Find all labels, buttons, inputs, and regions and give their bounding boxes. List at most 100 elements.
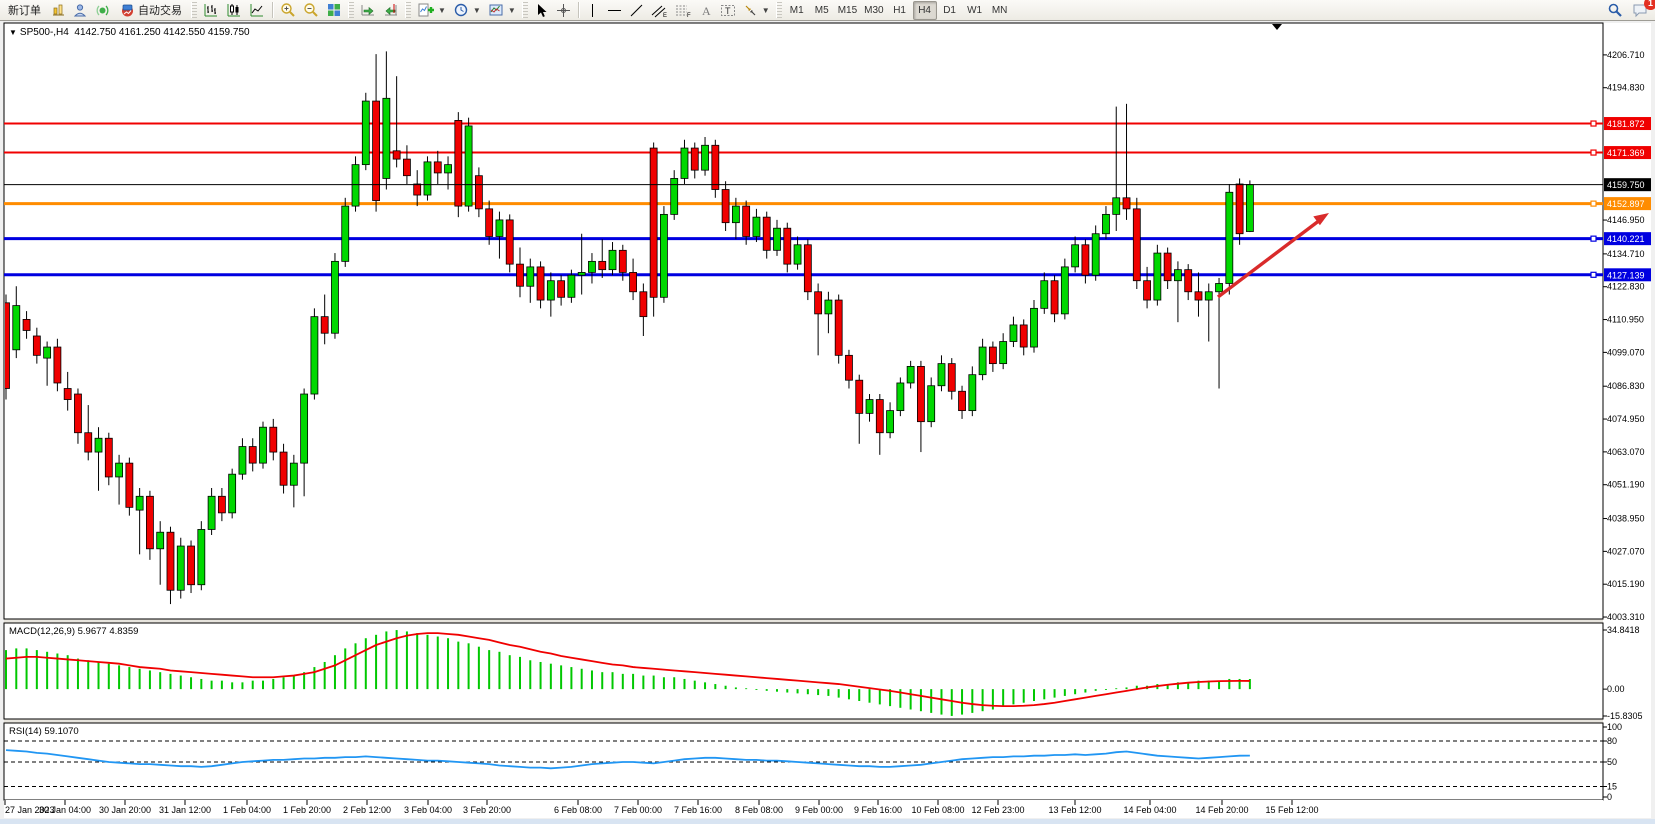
svg-text:3 Feb 04:00: 3 Feb 04:00 bbox=[404, 805, 452, 815]
timeframe-mn-button[interactable]: MN bbox=[988, 1, 1012, 20]
collapse-triangle-icon[interactable]: ▼ bbox=[9, 28, 17, 37]
market-watch-button[interactable] bbox=[48, 1, 69, 20]
toolbar-separator bbox=[272, 2, 273, 18]
timeframe-w1-button[interactable]: W1 bbox=[963, 1, 987, 20]
market-watch-icon bbox=[51, 3, 66, 18]
svg-text:4159.750: 4159.750 bbox=[1607, 180, 1645, 190]
candlestick-chart-icon bbox=[226, 2, 242, 18]
notification-count-badge: 1 bbox=[1644, 0, 1655, 10]
shapes-button[interactable]: ▼ bbox=[740, 1, 773, 20]
svg-text:4038.950: 4038.950 bbox=[1607, 514, 1645, 524]
zoom-out-button[interactable] bbox=[300, 1, 322, 20]
svg-text:50: 50 bbox=[1607, 757, 1617, 767]
cursor-button[interactable] bbox=[531, 1, 552, 20]
svg-text:7 Feb 16:00: 7 Feb 16:00 bbox=[674, 805, 722, 815]
svg-text:4099.070: 4099.070 bbox=[1607, 347, 1645, 357]
templates-button[interactable]: ▼ bbox=[485, 1, 519, 20]
periods-button[interactable]: ▼ bbox=[450, 1, 484, 20]
dropdown-arrow-icon: ▼ bbox=[762, 6, 770, 15]
dropdown-arrow-icon: ▼ bbox=[473, 6, 481, 15]
timeframe-m30-button[interactable]: M30 bbox=[861, 1, 886, 20]
add-indicator-icon bbox=[417, 2, 434, 18]
svg-text:80: 80 bbox=[1607, 736, 1617, 746]
svg-text:1 Feb 20:00: 1 Feb 20:00 bbox=[283, 805, 331, 815]
rsi-label: RSI(14) 59.1070 bbox=[9, 726, 79, 737]
toolbar-drag-handle[interactable] bbox=[405, 2, 411, 18]
notifications-button[interactable]: 1 bbox=[1627, 0, 1653, 21]
vertical-line-icon bbox=[586, 3, 599, 18]
horizontal-line-icon bbox=[607, 3, 622, 18]
crosshair-button[interactable] bbox=[553, 1, 574, 20]
tile-windows-icon bbox=[326, 2, 342, 18]
bar-chart-icon bbox=[203, 2, 219, 18]
svg-text:8 Feb 08:00: 8 Feb 08:00 bbox=[735, 805, 783, 815]
dropdown-arrow-icon: ▼ bbox=[508, 6, 516, 15]
svg-text:-15.8305: -15.8305 bbox=[1607, 711, 1643, 721]
svg-text:14 Feb 20:00: 14 Feb 20:00 bbox=[1195, 805, 1248, 815]
svg-text:1 Feb 04:00: 1 Feb 04:00 bbox=[223, 805, 271, 815]
svg-text:31 Jan 12:00: 31 Jan 12:00 bbox=[159, 805, 211, 815]
auto-scroll-button[interactable] bbox=[357, 1, 379, 20]
timeframe-d1-button[interactable]: D1 bbox=[938, 1, 962, 20]
svg-text:4181.872: 4181.872 bbox=[1607, 119, 1645, 129]
indicators-button[interactable]: ▼ bbox=[414, 1, 449, 20]
vline-button[interactable] bbox=[583, 1, 603, 20]
dropdown-arrow-icon: ▼ bbox=[438, 6, 446, 15]
main-panel[interactable] bbox=[4, 23, 1603, 619]
svg-text:9 Feb 16:00: 9 Feb 16:00 bbox=[854, 805, 902, 815]
svg-text:4140.221: 4140.221 bbox=[1607, 234, 1645, 244]
panel-splitter[interactable] bbox=[4, 620, 1603, 623]
chart-shift-button[interactable] bbox=[380, 1, 402, 20]
timeframe-m1-button[interactable]: M1 bbox=[785, 1, 809, 20]
svg-text:3 Feb 20:00: 3 Feb 20:00 bbox=[463, 805, 511, 815]
shapes-arrows-icon bbox=[743, 3, 758, 18]
autotrading-label: 自动交易 bbox=[138, 2, 182, 18]
svg-text:F: F bbox=[687, 13, 691, 18]
text-icon: A bbox=[699, 3, 713, 18]
text-button[interactable]: A bbox=[696, 1, 716, 20]
trendline-button[interactable] bbox=[626, 1, 647, 20]
navigator-icon bbox=[73, 3, 88, 18]
chart-bars-button[interactable] bbox=[200, 1, 222, 20]
zoom-in-icon bbox=[280, 2, 296, 18]
svg-text:10 Feb 08:00: 10 Feb 08:00 bbox=[911, 805, 964, 815]
svg-text:34.8418: 34.8418 bbox=[1607, 625, 1640, 635]
mt4-window: 新订单 自动交易 bbox=[0, 0, 1655, 824]
chart-canvas[interactable]: 4206.7104194.8304146.9504134.7104122.830… bbox=[0, 0, 1655, 824]
zoom-in-button[interactable] bbox=[277, 1, 299, 20]
crosshair-icon bbox=[556, 3, 571, 18]
svg-text:6 Feb 08:00: 6 Feb 08:00 bbox=[554, 805, 602, 815]
chart-line-button[interactable] bbox=[246, 1, 268, 20]
timeframe-m5-button[interactable]: M5 bbox=[810, 1, 834, 20]
text-label-button[interactable]: T bbox=[717, 1, 739, 20]
macd-panel[interactable] bbox=[4, 623, 1603, 719]
timeframe-h4-button[interactable]: H4 bbox=[913, 1, 937, 20]
autotrading-button[interactable]: 自动交易 bbox=[114, 1, 188, 20]
navigator-button[interactable] bbox=[70, 1, 91, 20]
chart-candles-button[interactable] bbox=[223, 1, 245, 20]
channel-button[interactable]: E bbox=[648, 1, 671, 20]
svg-text:14 Feb 04:00: 14 Feb 04:00 bbox=[1123, 805, 1176, 815]
toolbar-drag-handle[interactable] bbox=[776, 2, 782, 18]
new-order-button[interactable]: 新订单 bbox=[2, 1, 47, 20]
svg-text:0: 0 bbox=[1607, 792, 1612, 802]
hline-button[interactable] bbox=[604, 1, 625, 20]
svg-text:4122.830: 4122.830 bbox=[1607, 282, 1645, 292]
new-order-label: 新订单 bbox=[8, 2, 41, 18]
search-button[interactable] bbox=[1604, 1, 1626, 20]
signals-button[interactable] bbox=[92, 1, 113, 20]
timeframe-m15-button[interactable]: M15 bbox=[835, 1, 860, 20]
svg-text:4206.710: 4206.710 bbox=[1607, 50, 1645, 60]
panel-splitter[interactable] bbox=[4, 720, 1603, 723]
toolbar-drag-handle[interactable] bbox=[348, 2, 354, 18]
svg-text:4086.830: 4086.830 bbox=[1607, 381, 1645, 391]
toolbar-drag-handle[interactable] bbox=[191, 2, 197, 18]
svg-text:9 Feb 00:00: 9 Feb 00:00 bbox=[795, 805, 843, 815]
fibonacci-button[interactable]: F bbox=[672, 1, 695, 20]
svg-text:4171.369: 4171.369 bbox=[1607, 148, 1645, 158]
cursor-icon bbox=[534, 3, 549, 18]
toolbar-drag-handle[interactable] bbox=[522, 2, 528, 18]
tile-windows-button[interactable] bbox=[323, 1, 345, 20]
template-icon bbox=[488, 2, 504, 18]
timeframe-h1-button[interactable]: H1 bbox=[888, 1, 912, 20]
